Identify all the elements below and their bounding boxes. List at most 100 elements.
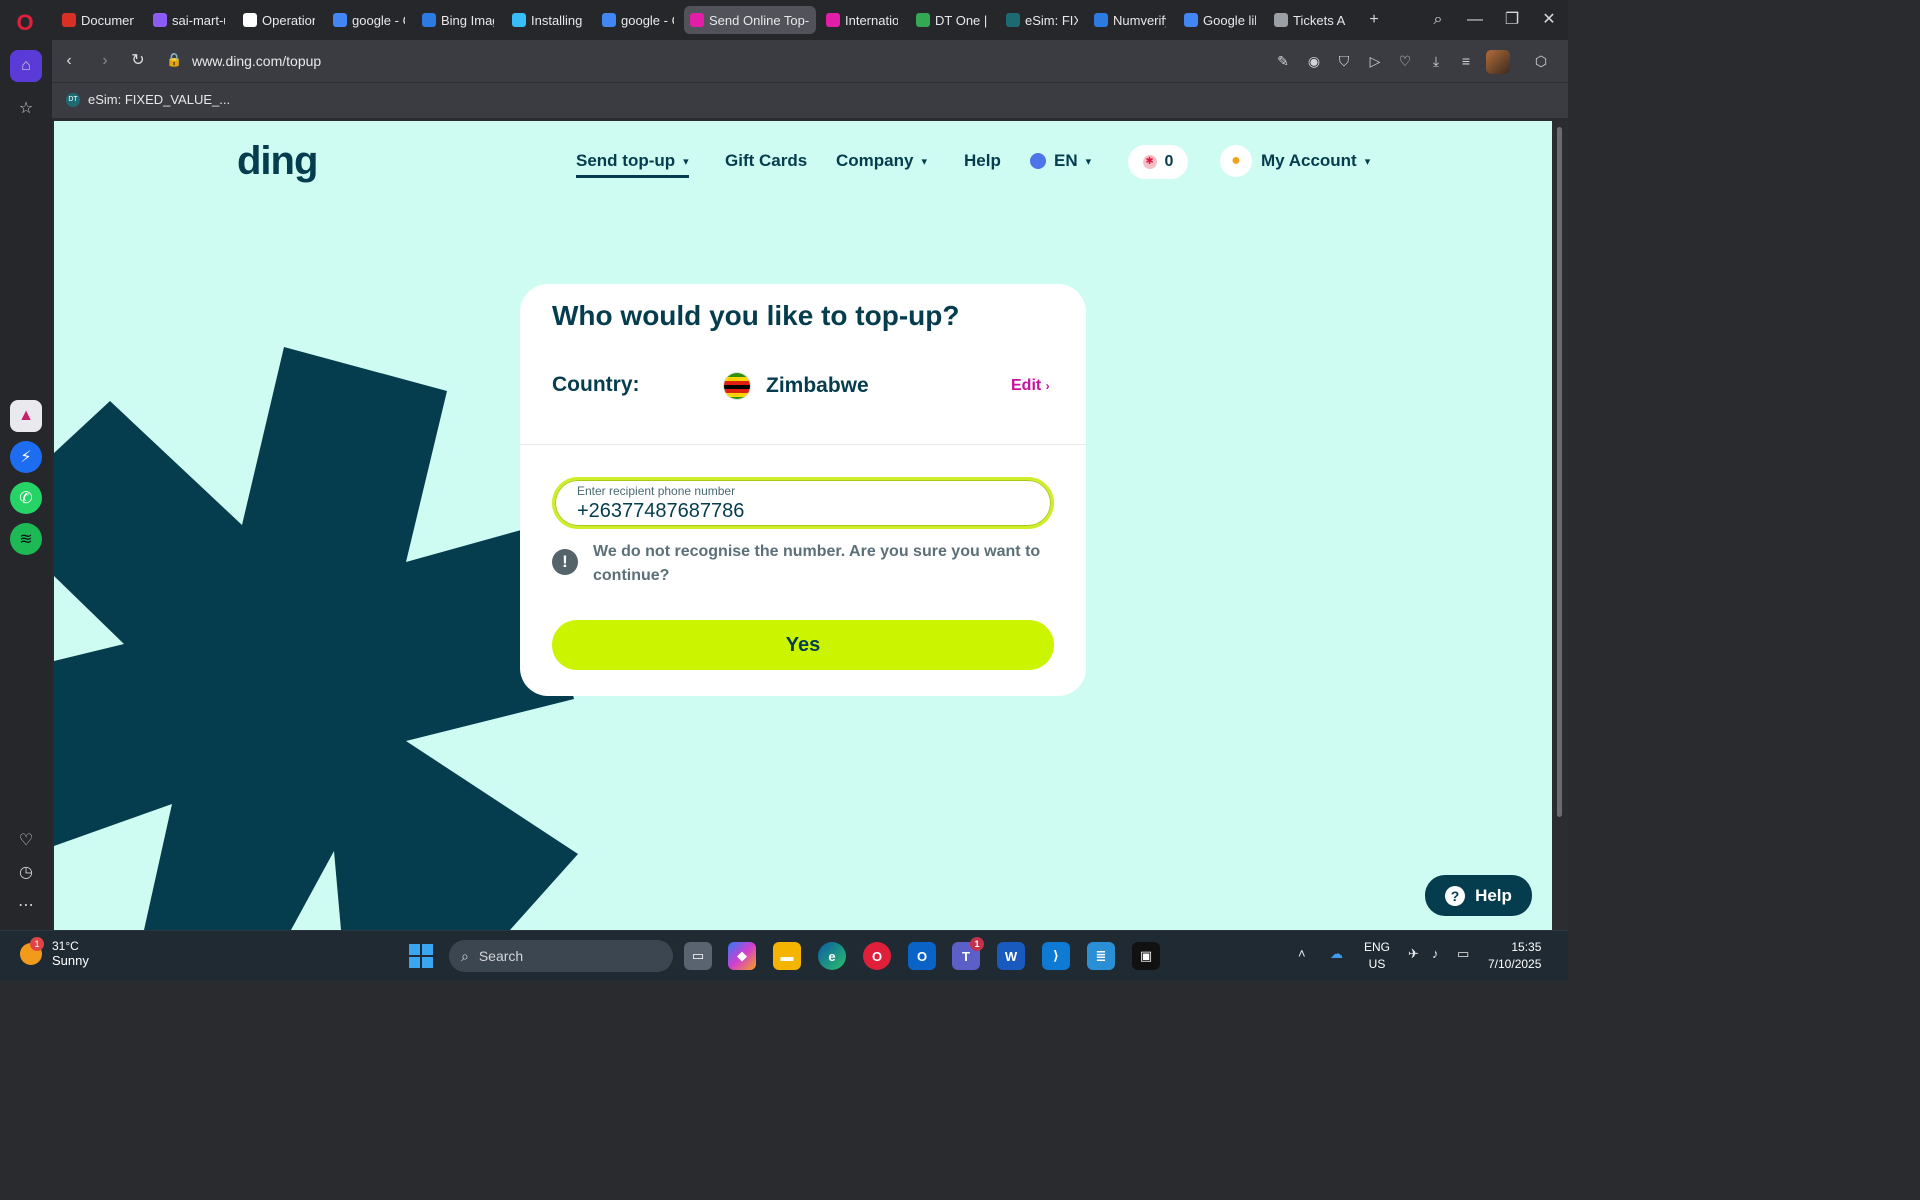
nav-help[interactable]: Help [964, 151, 1001, 171]
topup-card: Who would you like to top-up? Country: Z… [520, 284, 1086, 696]
warning-message: We do not recognise the number. Are you … [593, 543, 1041, 584]
forward-icon[interactable]: › [93, 49, 117, 73]
extensions-cube-icon[interactable]: ⬡ [1530, 50, 1552, 72]
battery-icon[interactable]: ▭ [1457, 946, 1469, 962]
volume-icon[interactable]: ♪ [1432, 946, 1439, 961]
edit-country-link[interactable]: Edit › [1011, 377, 1050, 395]
favorites-heart-icon[interactable]: ♡ [10, 824, 42, 856]
chevron-right-icon: › [1045, 379, 1050, 393]
browser-tab[interactable]: Operationa [237, 6, 321, 34]
opera-logo-icon[interactable]: O [10, 8, 40, 38]
browser-tab[interactable]: DT One | M [910, 6, 994, 34]
aria-app-icon[interactable]: ▲ [10, 400, 42, 432]
help-chat-button[interactable]: ? Help [1425, 875, 1532, 916]
taskbar-search[interactable]: ⌕ Search [449, 940, 673, 972]
messenger-icon[interactable]: ⚡ [10, 441, 42, 473]
outlook-icon[interactable]: O [908, 942, 936, 970]
history-clock-icon[interactable]: ◷ [10, 856, 42, 888]
vpn-shield-icon[interactable]: ⛉ [1333, 50, 1355, 72]
edge-icon[interactable]: e [818, 942, 846, 970]
copilot-icon[interactable]: ◆ [728, 942, 756, 970]
airplane-mode-icon[interactable]: ✈ [1408, 946, 1419, 962]
tab-favicon-icon [333, 13, 347, 27]
browser-tab[interactable]: sai-mart-ui [147, 6, 231, 34]
browser-tab[interactable]: Document [56, 6, 140, 34]
sun-icon: 1 [20, 936, 44, 965]
tab-favicon-icon [1184, 13, 1198, 27]
vscode-icon[interactable]: ⟩ [1042, 942, 1070, 970]
divider [520, 444, 1086, 445]
yes-continue-button[interactable]: Yes [552, 620, 1054, 670]
word-icon[interactable]: W [997, 942, 1025, 970]
question-icon: ? [1445, 885, 1466, 906]
notepad-icon[interactable]: ≣ [1087, 942, 1115, 970]
language-flag-icon [1030, 153, 1046, 169]
file-explorer-icon[interactable]: ▬ [773, 942, 801, 970]
more-options-icon[interactable]: ⋯ [10, 889, 42, 921]
chevron-down-icon: ▾ [683, 155, 689, 168]
close-window-button[interactable]: ✕ [1535, 8, 1563, 32]
edit-page-icon[interactable]: ✎ [1272, 50, 1294, 72]
send-icon[interactable]: ▷ [1364, 50, 1386, 72]
tab-favicon-icon [512, 13, 526, 27]
browser-tab[interactable]: Internation [820, 6, 904, 34]
tab-favicon-icon [602, 13, 616, 27]
weather-desc: Sunny [52, 953, 89, 968]
card-title: Who would you like to top-up? [552, 300, 960, 331]
system-clock[interactable]: 15:35 7/10/2025 [1488, 939, 1541, 973]
account-avatar-icon[interactable]: ● [1220, 145, 1252, 177]
language-selector[interactable]: EN ▾ [1030, 151, 1091, 171]
phone-number-field[interactable]: Enter recipient phone number [552, 477, 1054, 529]
web-page: ding Send top-up ▾ Gift Cards Company ▾ … [54, 121, 1552, 930]
spotify-icon[interactable]: ≋ [10, 523, 42, 555]
home-icon[interactable]: ⌂ [10, 50, 42, 82]
new-tab-button[interactable]: + [1360, 8, 1388, 32]
onedrive-cloud-icon[interactable]: ☁ [1330, 946, 1343, 962]
easy-setup-icon[interactable]: ≡ [1455, 50, 1477, 72]
tab-favicon-icon [1006, 13, 1020, 27]
browser-tab[interactable]: Bing Image [416, 6, 500, 34]
ding-logo[interactable]: ding [237, 139, 318, 184]
browser-tab[interactable]: Numverify [1088, 6, 1172, 34]
speed-dial-star-icon[interactable]: ☆ [10, 92, 42, 124]
minimize-button[interactable]: — [1461, 8, 1489, 32]
whatsapp-icon[interactable]: ✆ [10, 482, 42, 514]
url-field[interactable]: www.ding.com/topup [192, 53, 321, 69]
browser-tab[interactable]: Installing T [506, 6, 590, 34]
task-view-icon[interactable]: ▭ [684, 942, 712, 970]
tab-label: Document [81, 12, 134, 28]
search-tabs-icon[interactable]: ⌕ [1424, 8, 1452, 32]
rewards-counter[interactable]: ✱ 0 [1128, 145, 1188, 179]
teams-badge: 1 [970, 937, 984, 951]
nav-company[interactable]: Company ▾ [836, 151, 927, 171]
opera-taskbar-icon[interactable]: O [863, 942, 891, 970]
browser-tab[interactable]: Google lib [1178, 6, 1262, 34]
nav-send-topup-label: Send top-up [576, 151, 676, 170]
browser-tab[interactable]: eSim: FIXEI [1000, 6, 1084, 34]
page-scrollbar[interactable] [1552, 121, 1568, 930]
scrollbar-thumb[interactable] [1557, 127, 1562, 817]
windows-start-icon[interactable] [409, 944, 433, 968]
browser-tab[interactable]: Send Online Top-u [684, 6, 816, 34]
nav-gift-cards[interactable]: Gift Cards [725, 151, 807, 171]
tab-favicon-icon [1094, 13, 1108, 27]
bookmark-item[interactable]: DT eSim: FIXED_VALUE_... [66, 92, 230, 107]
show-hidden-icons-chevron-icon[interactable]: ˄ [1298, 946, 1306, 961]
app-cube-icon[interactable]: ▣ [1132, 942, 1160, 970]
phone-number-input[interactable] [577, 500, 1017, 523]
back-icon[interactable]: ‹ [57, 49, 81, 73]
reload-icon[interactable]: ↻ [126, 49, 150, 73]
browser-tab[interactable]: google - G [327, 6, 411, 34]
restore-button[interactable]: ❐ [1498, 8, 1526, 32]
weather-widget[interactable]: 1 31°C Sunny [20, 936, 89, 968]
nav-send-topup[interactable]: Send top-up ▾ [576, 151, 689, 178]
download-icon[interactable]: ⤓ [1425, 50, 1447, 72]
profile-avatar[interactable] [1486, 50, 1510, 74]
heart-icon[interactable]: ♡ [1394, 50, 1416, 72]
input-language-indicator[interactable]: ENG US [1364, 939, 1390, 973]
browser-tab[interactable]: google - G [596, 6, 680, 34]
my-account-menu[interactable]: My Account ▾ [1261, 151, 1370, 171]
teams-icon[interactable]: T 1 [952, 937, 984, 970]
browser-tab[interactable]: Tickets Arc [1268, 6, 1352, 34]
snapshot-camera-icon[interactable]: ◉ [1303, 50, 1325, 72]
